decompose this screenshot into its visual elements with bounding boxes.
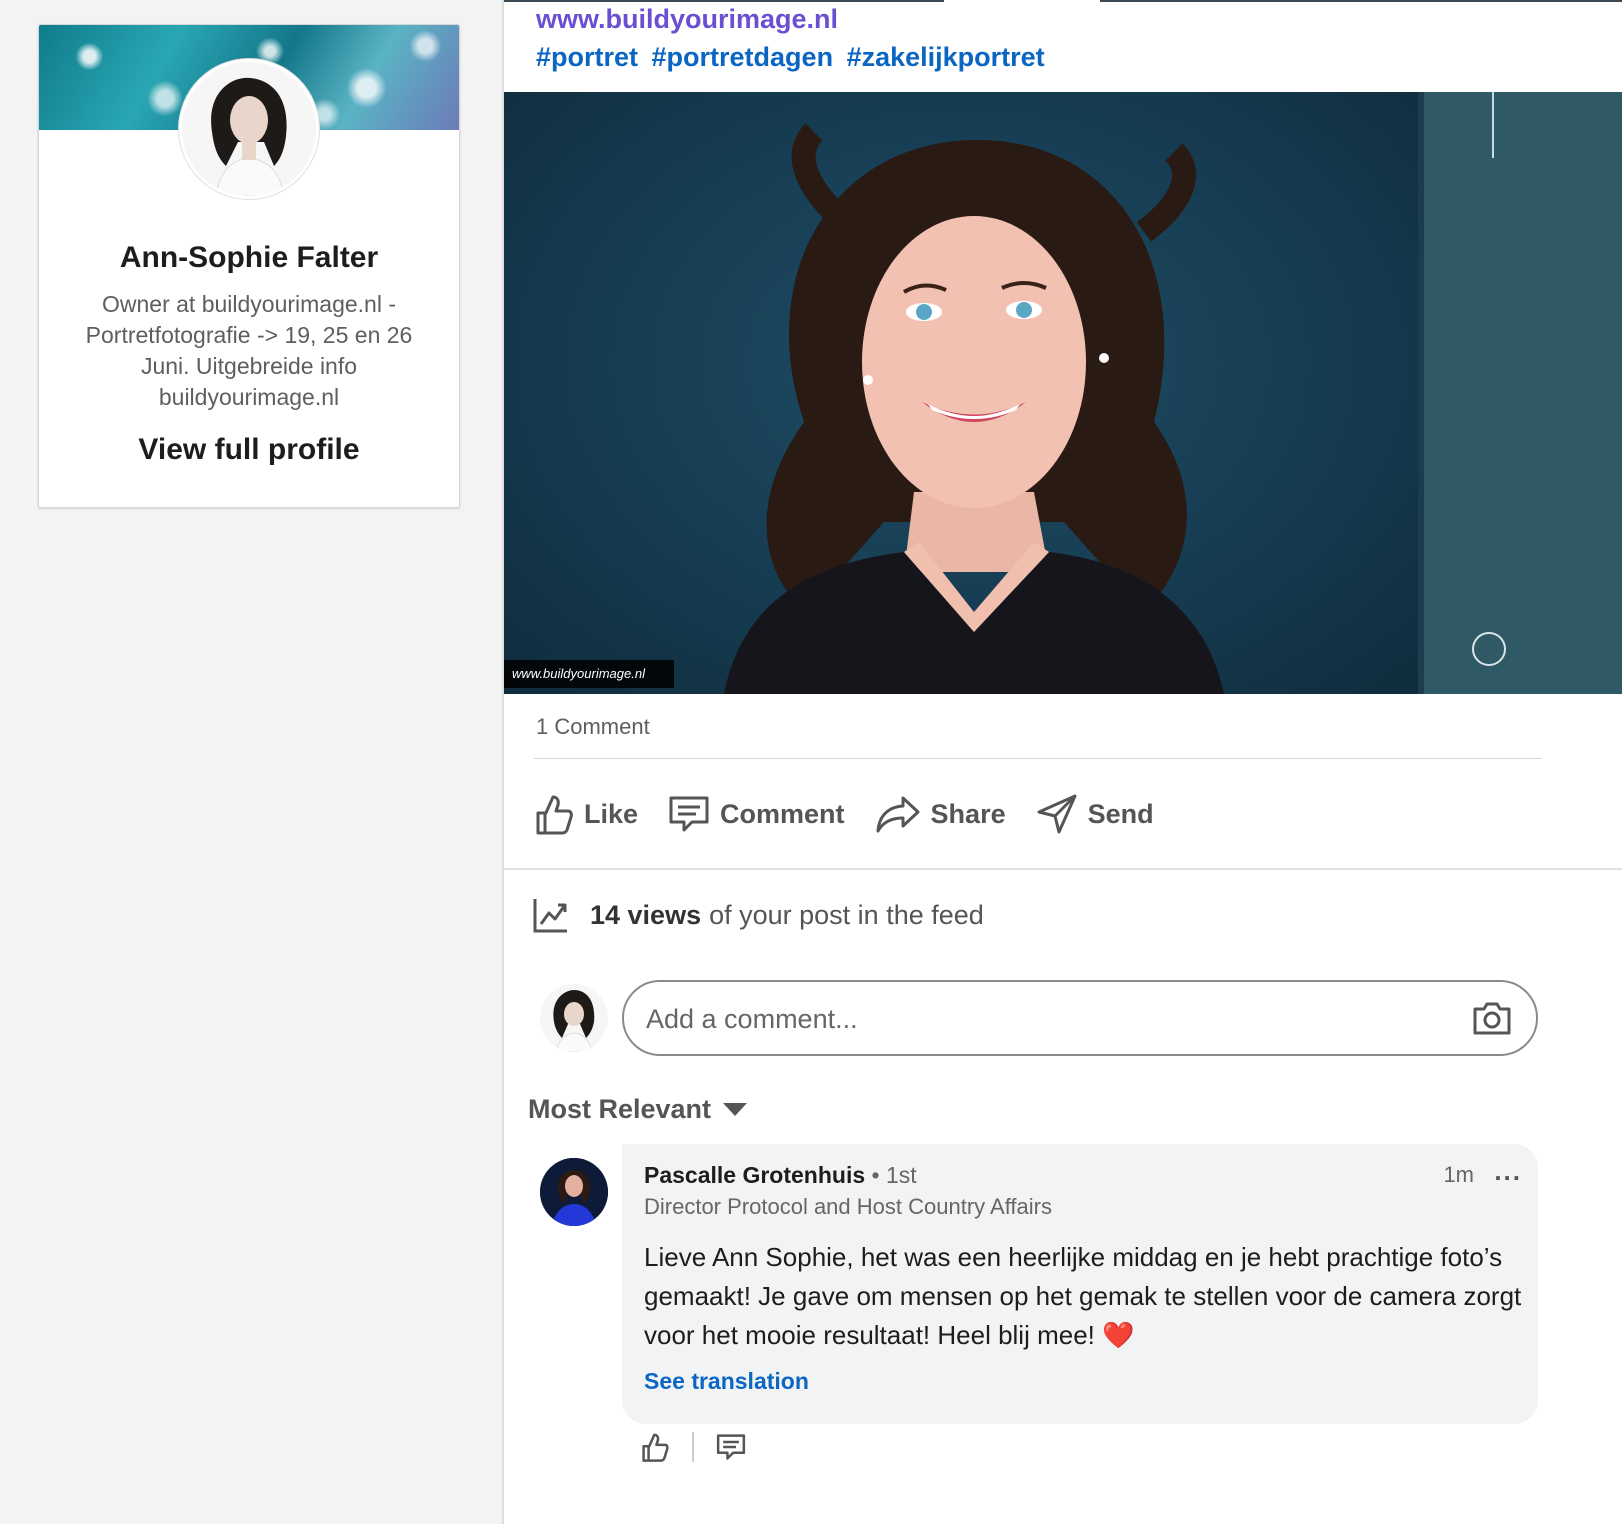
circle-icon bbox=[1472, 632, 1506, 666]
comment-more-button[interactable]: ... bbox=[1494, 1156, 1522, 1187]
add-photo-button[interactable] bbox=[1472, 1000, 1512, 1041]
views-count: 14 views bbox=[590, 899, 702, 930]
post-hashtags: #portret #portretdagen #zakelijkportret bbox=[536, 42, 1051, 73]
comment-button[interactable]: Comment bbox=[668, 786, 859, 842]
current-user-avatar[interactable] bbox=[540, 984, 608, 1052]
sort-label: Most Relevant bbox=[528, 1094, 712, 1124]
hashtag-link[interactable]: #portretdagen bbox=[652, 42, 834, 72]
divider bbox=[1492, 92, 1494, 158]
comment-author-name[interactable]: Pascalle Grotenhuis bbox=[644, 1162, 865, 1188]
post-card: www.buildyourimage.nl #portret #portretd… bbox=[502, 0, 1622, 1524]
comment-reply-icon[interactable] bbox=[716, 1433, 746, 1461]
send-button[interactable]: Send bbox=[1036, 786, 1168, 842]
see-translation-link[interactable]: See translation bbox=[644, 1368, 809, 1395]
divider bbox=[1100, 0, 1622, 2]
profile-avatar[interactable] bbox=[179, 59, 319, 199]
comment-label: Comment bbox=[720, 798, 845, 829]
post-action-bar: Like Comment Share Send bbox=[534, 786, 1184, 846]
view-full-profile-link[interactable]: View full profile bbox=[39, 433, 459, 467]
comment-author-title: Director Protocol and Host Country Affai… bbox=[644, 1194, 1052, 1219]
divider bbox=[534, 758, 1542, 759]
comment-text: Lieve Ann Sophie, het was een heerlijke … bbox=[644, 1238, 1524, 1355]
thumbs-up-icon bbox=[536, 795, 573, 835]
camera-icon bbox=[1473, 1002, 1511, 1035]
comment-item: Pascalle Grotenhuis • 1st Director Proto… bbox=[622, 1144, 1538, 1424]
send-label: Send bbox=[1087, 798, 1154, 829]
divider bbox=[504, 868, 1622, 870]
like-label: Like bbox=[584, 798, 639, 829]
portrait-photo bbox=[504, 92, 1418, 694]
comment-like-icon[interactable] bbox=[640, 1432, 670, 1462]
divider bbox=[504, 0, 944, 2]
comment-action-bar bbox=[640, 1432, 746, 1462]
share-button[interactable]: Share bbox=[875, 786, 1020, 842]
carousel-next-image bbox=[1424, 92, 1622, 694]
share-label: Share bbox=[930, 798, 1006, 829]
comment-timestamp: 1m bbox=[1443, 1162, 1474, 1187]
image-watermark: www.buildyourimage.nl bbox=[504, 660, 674, 688]
add-comment-box[interactable] bbox=[622, 980, 1538, 1056]
comment-author[interactable]: Pascalle Grotenhuis • 1st bbox=[644, 1162, 917, 1189]
post-image[interactable]: www.buildyourimage.nl bbox=[504, 92, 1622, 694]
like-button[interactable]: Like bbox=[534, 786, 652, 842]
profile-card: Ann-Sophie Falter Owner at buildyourimag… bbox=[38, 24, 460, 508]
analytics-chart-icon bbox=[533, 899, 567, 933]
hashtag-link[interactable]: #portret bbox=[536, 42, 638, 72]
divider bbox=[692, 1432, 694, 1462]
profile-headline: Owner at buildyourimage.nl - Portretfoto… bbox=[85, 291, 413, 410]
share-arrow-icon bbox=[876, 796, 920, 833]
hashtag-link[interactable]: #zakelijkportret bbox=[847, 42, 1045, 72]
views-suffix: of your post in the feed bbox=[709, 899, 984, 930]
comment-body: Lieve Ann Sophie, het was een heerlijke … bbox=[644, 1242, 1522, 1350]
comment-count[interactable]: 1 Comment bbox=[536, 714, 650, 740]
send-paper-plane-icon bbox=[1037, 794, 1077, 834]
post-views[interactable]: 14 views of your post in the feed bbox=[532, 896, 984, 934]
add-comment-input[interactable] bbox=[644, 996, 1428, 1042]
heart-emoji: ❤️ bbox=[1102, 1320, 1135, 1350]
profile-name[interactable]: Ann-Sophie Falter bbox=[39, 241, 459, 275]
post-link[interactable]: www.buildyourimage.nl bbox=[536, 4, 838, 35]
connection-degree: • 1st bbox=[871, 1162, 917, 1188]
commenter-avatar[interactable] bbox=[540, 1158, 608, 1226]
comment-icon bbox=[669, 796, 709, 832]
caret-down-icon bbox=[723, 1103, 748, 1116]
comment-sort-dropdown[interactable]: Most Relevant bbox=[528, 1094, 748, 1125]
